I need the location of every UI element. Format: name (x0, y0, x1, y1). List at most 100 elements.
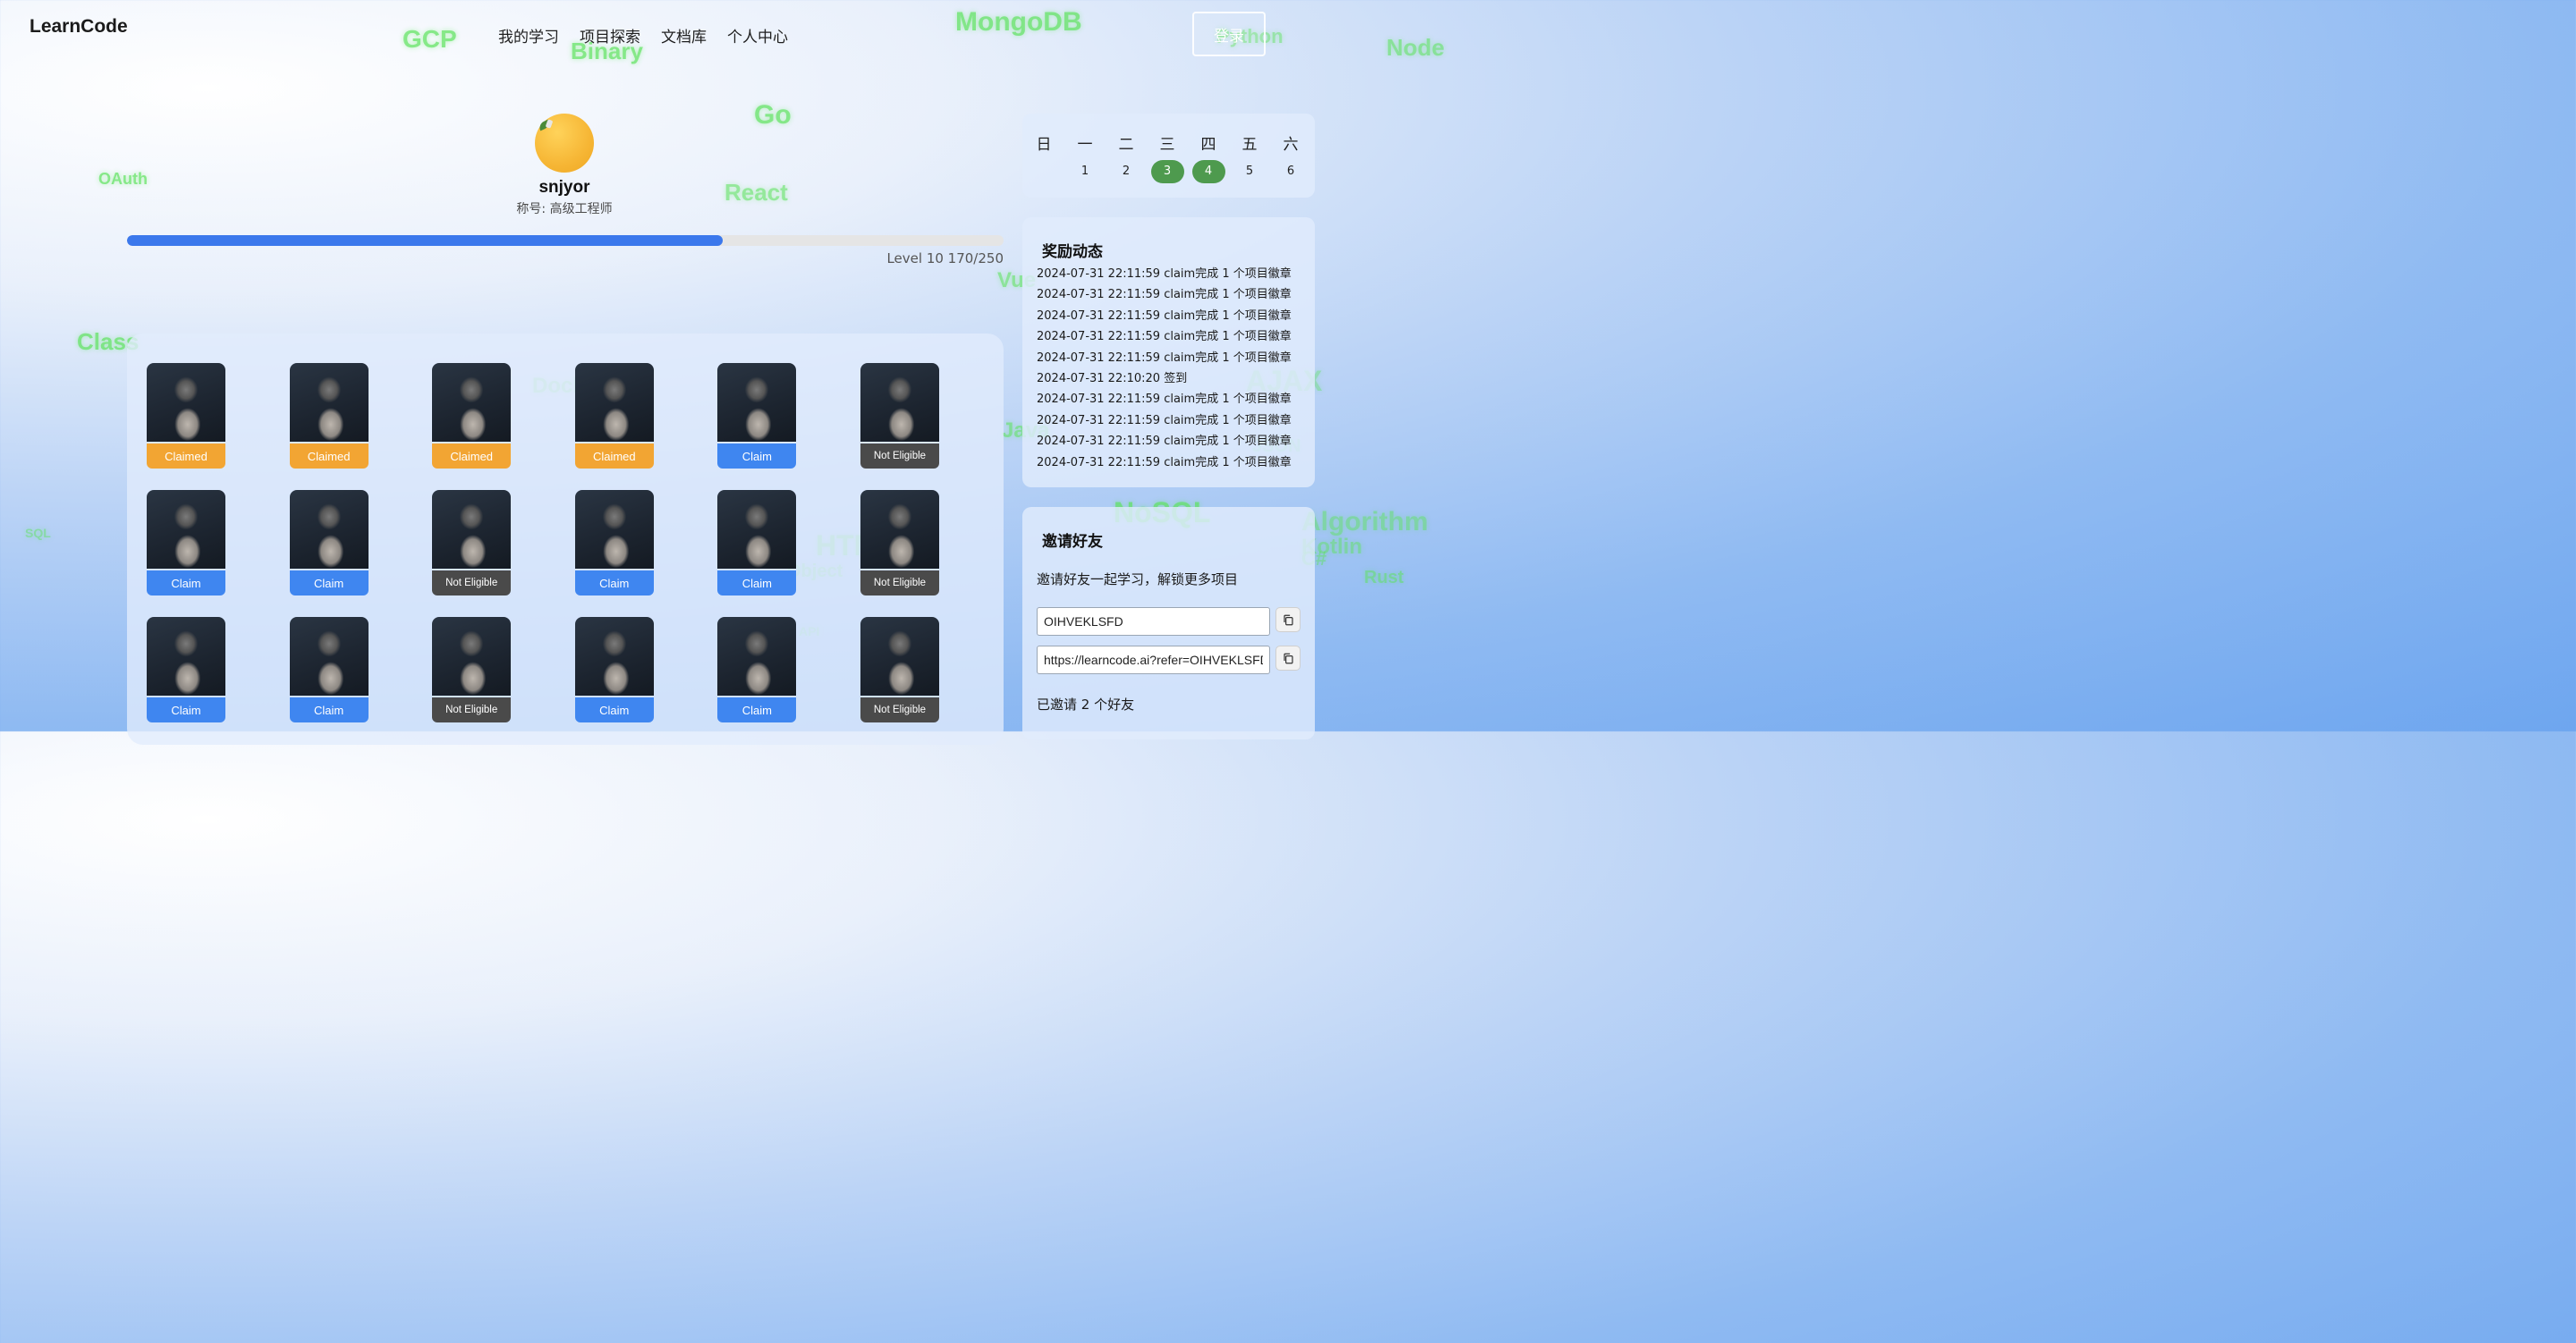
badge-card: Claimed (147, 363, 225, 469)
activity-item: 2024-07-31 22:11:59 claim完成 1 个项目徽章 (1037, 435, 1292, 449)
badge-claim-button[interactable]: Claim (574, 570, 654, 595)
floating-word: React (724, 179, 788, 206)
activity-item: 2024-07-31 22:10:20 签到 (1037, 371, 1188, 385)
badge-grid: Claimed Claimed Claimed Claimed Claim Not Eli… (147, 363, 939, 722)
login-button[interactable]: 登录 (1192, 12, 1266, 56)
floating-word: Algorithm (1301, 507, 1428, 536)
badge-image (860, 490, 939, 569)
nav-item-explore-projects[interactable]: 项目探索 (580, 24, 640, 46)
copy-icon (1283, 614, 1293, 625)
badge-image (147, 617, 225, 696)
calendar-day-cell: 6 (1270, 160, 1311, 183)
badge-claim-button[interactable]: Claim (717, 570, 797, 595)
invite-code-field[interactable] (1037, 607, 1270, 636)
calendar-day-checked[interactable]: 3 (1150, 160, 1184, 183)
badge-claimed-label: Claimed (432, 443, 512, 469)
badge-card: Not Eligible (860, 363, 939, 469)
calendar-weekday: 日 (1036, 136, 1052, 154)
calendar-day-cell: 4 (1188, 160, 1229, 183)
badge-not-eligible-label: Not Eligible (860, 443, 939, 469)
badge-not-eligible-label: Not Eligible (860, 697, 939, 722)
badge-claim-button[interactable]: Claim (289, 697, 369, 722)
copy-link-button[interactable] (1275, 646, 1301, 671)
calendar-day[interactable]: 5 (1246, 165, 1253, 178)
calendar-day-cell: 2 (1106, 160, 1147, 183)
floating-word: Rust (1364, 568, 1404, 587)
invite-description: 邀请好友一起学习，解锁更多项目 (1037, 571, 1239, 587)
badge-claimed-label: Claimed (147, 443, 225, 469)
badge-card: Claimed (432, 363, 512, 469)
calendar-day-cell: 5 (1229, 160, 1270, 183)
calendar-day[interactable]: 2 (1123, 165, 1130, 178)
badge-image (574, 617, 654, 696)
badge-image (289, 490, 369, 569)
badge-card: Claim (717, 363, 797, 469)
xp-progress-fill (127, 235, 724, 246)
calendar-weekday: 五 (1241, 136, 1258, 154)
badge-card: Claim (717, 490, 797, 595)
badge-image (717, 490, 797, 569)
badge-not-eligible-label: Not Eligible (860, 570, 939, 595)
calendar-day[interactable]: 1 (1081, 165, 1089, 178)
calendar-weekday: 二 (1118, 136, 1134, 154)
badge-claimed-label: Claimed (574, 443, 654, 469)
badge-card: Claim (289, 490, 369, 595)
calendar-weekday: 三 (1159, 136, 1175, 154)
badge-claim-button[interactable]: Claim (147, 697, 225, 722)
activity-item: 2024-07-31 22:11:59 claim完成 1 个项目徽章 (1037, 455, 1292, 469)
badge-claim-button[interactable]: Claim (147, 570, 225, 595)
badge-card: Claim (717, 617, 797, 722)
badge-card: Claim (147, 617, 225, 722)
badge-image (860, 617, 939, 696)
badge-card: Claim (574, 617, 654, 722)
avatar-tag-icon (545, 119, 554, 129)
copy-code-button[interactable] (1275, 607, 1301, 632)
floating-word: OAuth (98, 170, 148, 188)
activity-title: 奖励动态 (1042, 243, 1103, 261)
badge-image (289, 617, 369, 696)
nav-item-my-learning[interactable]: 我的学习 (498, 24, 559, 46)
calendar-day-cell: 1 (1064, 160, 1106, 183)
badge-card: Claimed (289, 363, 369, 469)
activity-item: 2024-07-31 22:11:59 claim完成 1 个项目徽章 (1037, 308, 1292, 323)
badge-not-eligible-label: Not Eligible (432, 570, 512, 595)
badge-claim-button[interactable]: Claim (574, 697, 654, 722)
activity-item: 2024-07-31 22:11:59 claim完成 1 个项目徽章 (1037, 351, 1292, 365)
badges-panel: Claimed Claimed Claimed Claimed Claim Not Eli… (127, 334, 1004, 745)
calendar-weekday: 四 (1200, 136, 1216, 154)
badge-image (147, 363, 225, 442)
calendar-day-cell (1023, 160, 1064, 183)
badge-image (717, 363, 797, 442)
xp-progress-bar (127, 235, 1004, 246)
main-nav: 我的学习 项目探索 文档库 个人中心 (498, 24, 788, 46)
calendar-weekdays: 日一二三四五六 (1022, 131, 1316, 154)
calendar-day-checked[interactable]: 4 (1191, 160, 1225, 183)
nav-item-profile-center[interactable]: 个人中心 (727, 24, 788, 46)
badge-image (289, 363, 369, 442)
calendar-day[interactable]: 6 (1287, 165, 1294, 178)
badge-claim-button[interactable]: Claim (717, 697, 797, 722)
badge-card: Not Eligible (432, 490, 512, 595)
copy-icon (1283, 653, 1293, 663)
invited-count: 已邀请 2 个好友 (1037, 697, 1135, 713)
badge-card: Not Eligible (432, 617, 512, 722)
badge-card: Claim (147, 490, 225, 595)
nav-item-docs[interactable]: 文档库 (661, 24, 707, 46)
calendar-days: 1 2 34 5 6 (1022, 160, 1316, 183)
badge-claim-button[interactable]: Claim (289, 570, 369, 595)
invite-link-field[interactable] (1037, 646, 1270, 674)
activity-item: 2024-07-31 22:11:59 claim完成 1 个项目徽章 (1037, 267, 1292, 281)
badge-card: Claim (289, 617, 369, 722)
checkin-calendar: 日 一 二 三 四 五 六 1 2 34 5 6 (1022, 114, 1315, 198)
badge-claim-button[interactable]: Claim (717, 443, 797, 469)
activity-item: 2024-07-31 22:11:59 claim完成 1 个项目徽章 (1037, 393, 1292, 407)
calendar-weekday: 一 (1077, 136, 1093, 154)
floating-word: Go (754, 100, 792, 130)
app-logo[interactable]: LearnCode (30, 16, 128, 38)
badge-image (432, 363, 512, 442)
activity-list: 2024-07-31 22:11:59 claim完成 1 个项目徽章 2024-… (1037, 264, 1292, 473)
reward-activity-panel: 奖励动态 2024-07-31 22:11:59 claim完成 1 个项目徽章… (1022, 217, 1315, 487)
badge-not-eligible-label: Not Eligible (432, 697, 512, 722)
badge-image (860, 363, 939, 442)
badge-card: Not Eligible (860, 617, 939, 722)
